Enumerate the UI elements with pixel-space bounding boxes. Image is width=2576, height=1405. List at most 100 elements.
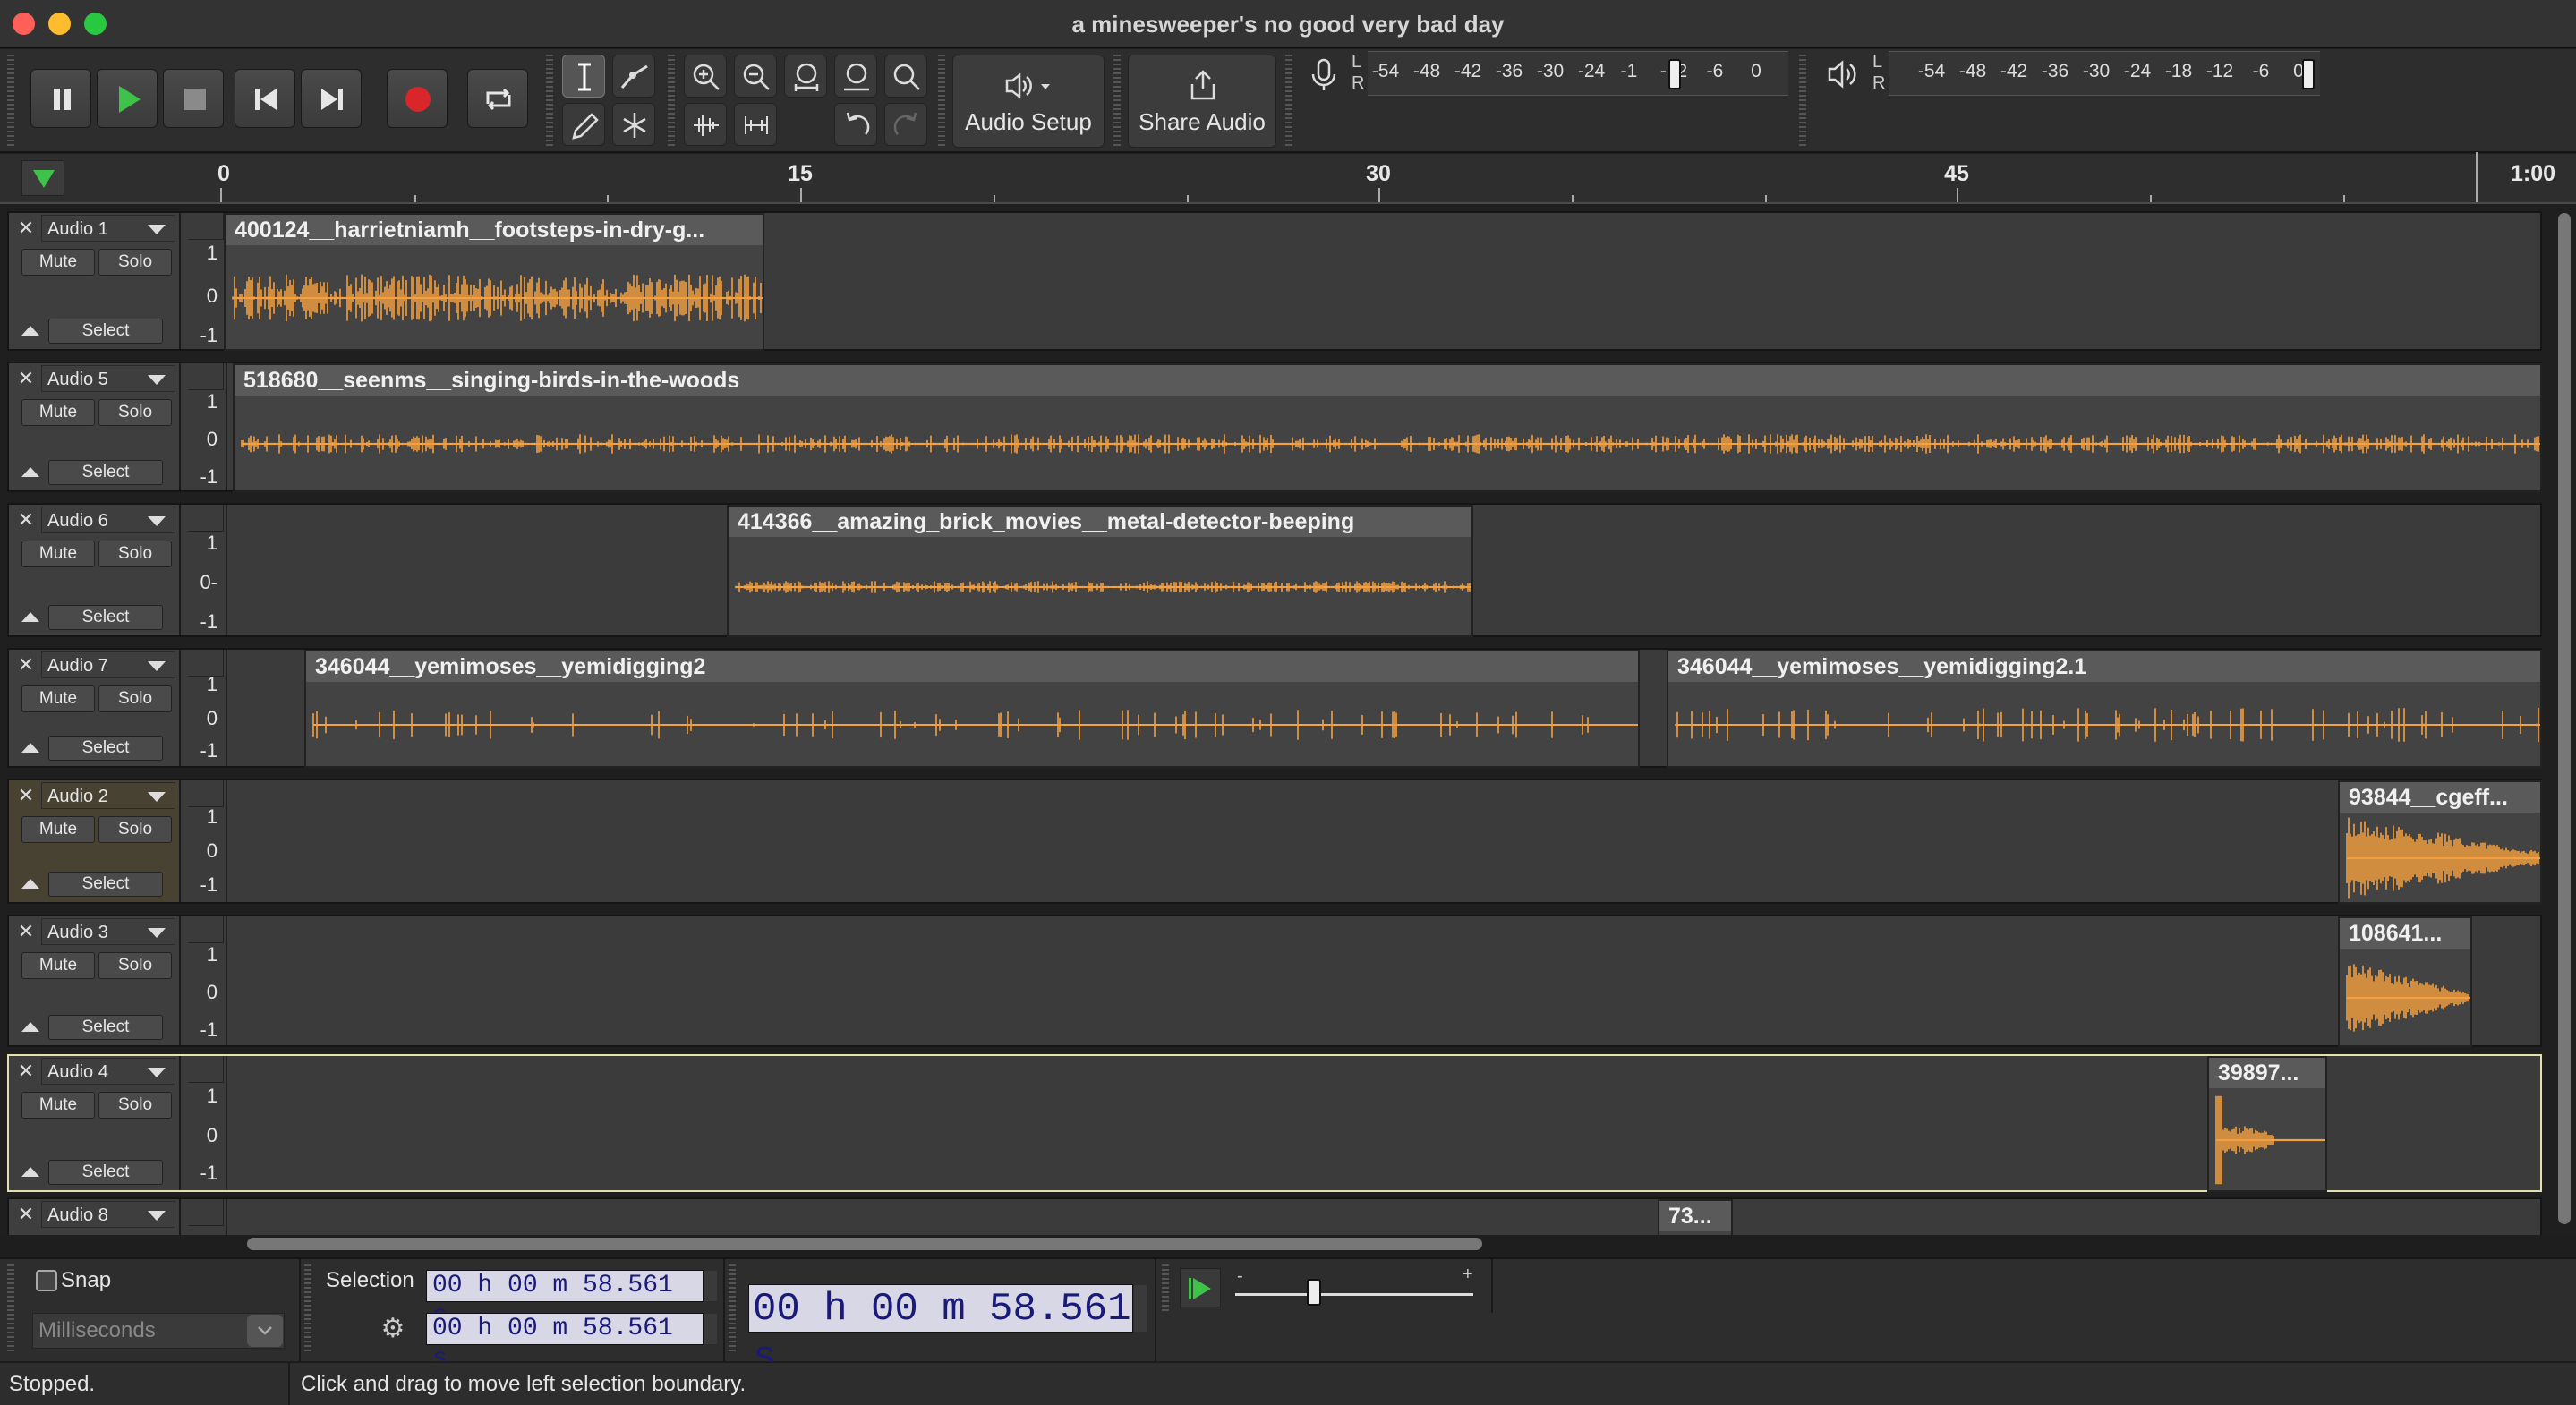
fit-selection-button[interactable] <box>784 55 827 98</box>
select-track-button[interactable]: Select <box>48 319 163 344</box>
select-track-button[interactable]: Select <box>48 605 163 630</box>
amplitude-scale[interactable]: 1 0- -1 <box>184 505 227 635</box>
collapse-track-button[interactable] <box>18 464 41 483</box>
toolbar-grip[interactable] <box>304 1264 311 1354</box>
track-name-menu[interactable]: Audio 7 <box>41 651 175 678</box>
track-name-menu[interactable]: Audio 2 <box>41 782 175 809</box>
snap-unit-dropdown-button[interactable] <box>247 1315 283 1347</box>
solo-button[interactable]: Solo <box>98 399 172 426</box>
audio-clip[interactable]: 108641... <box>2338 916 2472 1047</box>
redo-button[interactable] <box>884 103 927 146</box>
record-volume-slider[interactable] <box>1668 59 1681 89</box>
solo-button[interactable]: Solo <box>98 952 172 979</box>
audio-clip[interactable]: 400124__harrietniamh__footsteps-in-dry-g… <box>224 213 764 351</box>
track-audio-5[interactable]: ✕ Audio 5 Mute Solo Select 1 0 -1 518680… <box>7 362 2542 492</box>
amplitude-scale[interactable]: 1 0 -1 <box>184 780 227 902</box>
zoom-out-button[interactable] <box>734 55 777 98</box>
mute-button[interactable]: Mute <box>21 399 95 426</box>
amplitude-scale[interactable]: 1 0 -1 <box>184 1056 227 1190</box>
toolbar-grip[interactable] <box>1799 55 1806 148</box>
track-audio-7[interactable]: ✕ Audio 7 Mute Solo Select 1 0 -1 346044… <box>7 648 2542 768</box>
play-at-speed-button[interactable] <box>1180 1268 1221 1307</box>
selection-end-time[interactable]: 00 h 00 m 58.561 s <box>426 1313 717 1373</box>
gear-icon[interactable]: ⚙ <box>378 1315 408 1345</box>
select-track-button[interactable]: Select <box>48 460 163 485</box>
collapse-track-button[interactable] <box>18 1018 41 1038</box>
playback-meter-button[interactable] <box>1822 53 1867 98</box>
track-audio-8[interactable]: ✕ Audio 8 73... <box>7 1197 2542 1235</box>
collapse-track-button[interactable] <box>18 739 41 759</box>
skip-to-end-button[interactable] <box>301 69 362 128</box>
selection-start-time[interactable]: 00 h 00 m 58.561 s <box>426 1270 717 1330</box>
audio-clip[interactable]: 346044__yemimoses__yemidigging2.1 <box>1667 650 2542 768</box>
zoom-toggle-button[interactable] <box>884 55 927 98</box>
draw-tool-button[interactable] <box>562 103 605 146</box>
clip-name[interactable]: 73... <box>1659 1201 1731 1231</box>
zoom-in-button[interactable] <box>684 55 727 98</box>
toolbar-grip[interactable] <box>1285 55 1292 148</box>
close-track-button[interactable]: ✕ <box>14 508 38 532</box>
undo-button[interactable] <box>834 103 877 146</box>
mute-button[interactable]: Mute <box>21 541 95 567</box>
stop-button[interactable] <box>163 69 224 128</box>
record-meter-button[interactable] <box>1301 53 1346 98</box>
collapse-track-button[interactable] <box>18 322 41 342</box>
amplitude-scale[interactable]: 1 0 -1 <box>184 363 227 490</box>
select-track-button[interactable]: Select <box>48 872 163 897</box>
select-track-button[interactable]: Select <box>48 1160 163 1185</box>
clip-name[interactable]: 346044__yemimoses__yemidigging2 <box>306 651 1638 682</box>
record-meter[interactable]: LR -54 -48 -42 -36 -30 -24 -1 -12 -6 0 <box>1352 51 1788 96</box>
track-name-menu[interactable]: Audio 4 <box>41 1058 175 1085</box>
amplitude-scale[interactable] <box>184 1199 227 1235</box>
playback-speed-track[interactable] <box>1235 1293 1473 1296</box>
multi-tool-button[interactable] <box>612 103 655 146</box>
amplitude-scale[interactable]: 1 0 -1 <box>184 213 227 349</box>
track-name-menu[interactable]: Audio 5 <box>41 365 175 392</box>
mute-button[interactable]: Mute <box>21 816 95 843</box>
select-track-button[interactable]: Select <box>48 736 163 761</box>
track-name-menu[interactable]: Audio 6 <box>41 507 175 533</box>
clip-name[interactable]: 400124__harrietniamh__footsteps-in-dry-g… <box>226 215 763 245</box>
clip-name[interactable]: 108641... <box>2340 918 2470 949</box>
play-button[interactable] <box>97 69 158 128</box>
playback-meter[interactable]: LR -54 -48 -42 -36 -30 -24 -18 -12 -6 0 <box>1872 51 2320 96</box>
toolbar-grip[interactable] <box>729 1264 736 1354</box>
share-audio-button[interactable]: Share Audio <box>1128 55 1276 148</box>
audio-clip[interactable]: 93844__cgeff... <box>2338 780 2542 904</box>
envelope-tool-button[interactable] <box>612 55 655 98</box>
audio-clip[interactable]: 414366__amazing_brick_movies__metal-dete… <box>727 505 1473 637</box>
audio-position-time[interactable]: 00 h 00 m 58.561 s <box>748 1284 1147 1380</box>
snap-checkbox[interactable] <box>36 1270 57 1291</box>
close-track-button[interactable]: ✕ <box>14 784 38 807</box>
toolbar-grip[interactable] <box>7 1264 14 1354</box>
clip-name[interactable]: 346044__yemimoses__yemidigging2.1 <box>1668 651 2540 682</box>
track-audio-3[interactable]: ✕ Audio 3 Mute Solo Select 1 0 -1 108641… <box>7 915 2542 1047</box>
fit-project-button[interactable] <box>834 55 877 98</box>
solo-button[interactable]: Solo <box>98 816 172 843</box>
horizontal-scrollbar[interactable] <box>247 1238 1482 1250</box>
record-button[interactable] <box>387 69 448 128</box>
clip-name[interactable]: 39897... <box>2209 1058 2325 1088</box>
skip-to-start-button[interactable] <box>235 69 295 128</box>
toolbar-grip[interactable] <box>546 55 553 148</box>
audio-clip[interactable]: 518680__seenms__singing-birds-in-the-woo… <box>233 363 2542 492</box>
mute-button[interactable]: Mute <box>21 952 95 979</box>
toolbar-grip[interactable] <box>938 55 945 148</box>
track-audio-1[interactable]: ✕ Audio 1 Mute Solo Select 1 0 -1 400124… <box>7 211 2542 351</box>
amplitude-scale[interactable]: 1 0 -1 <box>184 916 227 1045</box>
close-track-button[interactable]: ✕ <box>14 367 38 390</box>
vertical-scrollbar[interactable] <box>2558 213 2571 1224</box>
track-area[interactable]: ✕ Audio 1 Mute Solo Select 1 0 -1 400124… <box>0 206 2576 1235</box>
silence-audio-button[interactable] <box>734 103 777 146</box>
playback-speed-slider[interactable] <box>1307 1279 1321 1306</box>
audio-clip[interactable]: 39897... <box>2207 1056 2327 1192</box>
track-name-menu[interactable]: Audio 1 <box>41 215 175 242</box>
amplitude-scale[interactable]: 1 0 -1 <box>184 650 227 766</box>
loop-button[interactable] <box>467 69 528 128</box>
solo-button[interactable]: Solo <box>98 249 172 276</box>
clip-name[interactable]: 93844__cgeff... <box>2340 782 2540 813</box>
audio-clip[interactable]: 73... <box>1658 1199 1733 1235</box>
close-track-button[interactable]: ✕ <box>14 920 38 943</box>
solo-button[interactable]: Solo <box>98 1092 172 1119</box>
playback-volume-slider[interactable] <box>2302 59 2315 89</box>
